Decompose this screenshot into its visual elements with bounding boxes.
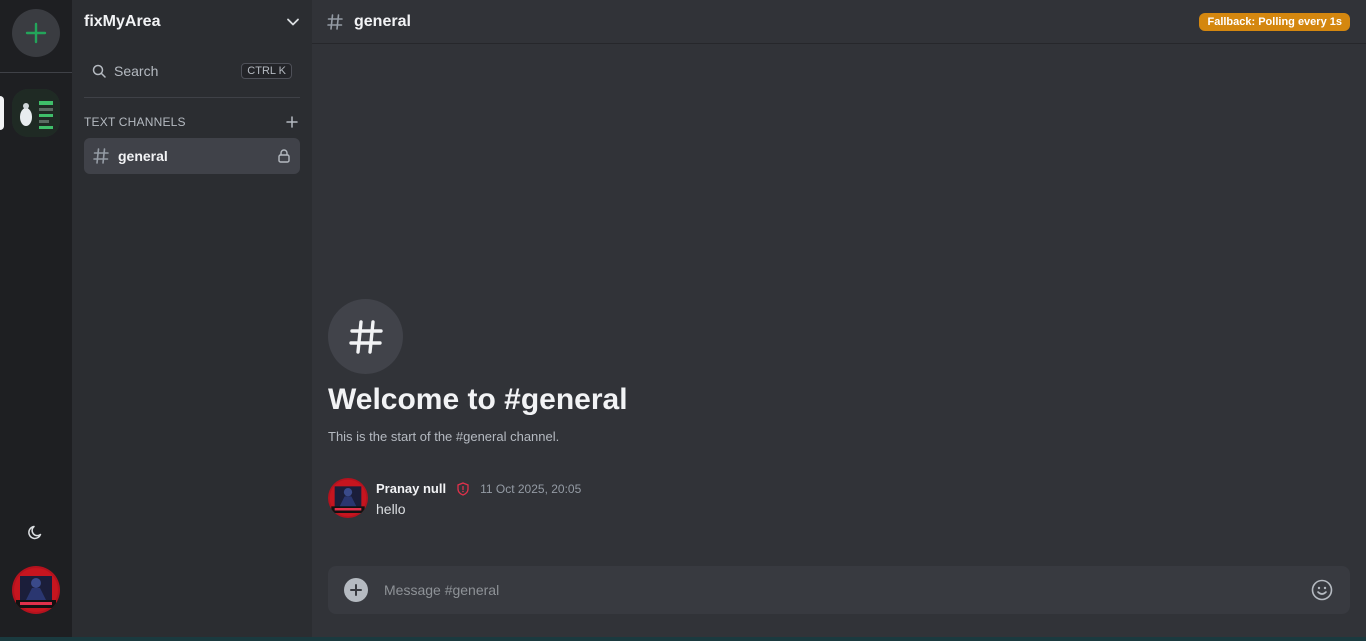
lock-icon <box>278 149 290 163</box>
app-window: fixMyArea Search CTRL K TEXT CHANNELS ge… <box>0 0 1366 641</box>
user-avatar[interactable] <box>12 566 60 614</box>
smiley-icon <box>1311 579 1333 601</box>
server-icon-fixmyarea[interactable] <box>12 89 60 137</box>
theme-toggle-button[interactable] <box>24 520 48 544</box>
hashtag-icon <box>348 319 383 354</box>
attach-button[interactable] <box>344 578 368 602</box>
channel-header: general Fallback: Polling every 1s <box>312 0 1366 44</box>
taskbar-edge <box>0 637 1366 641</box>
channel-sidebar: fixMyArea Search CTRL K TEXT CHANNELS ge… <box>72 0 312 641</box>
moon-icon <box>28 525 42 540</box>
hashtag-icon <box>327 13 343 30</box>
hashtag-icon <box>93 148 109 164</box>
message-header: Pranay null 11 Oct 2025, 20:05 <box>376 481 581 496</box>
plus-icon <box>286 116 298 128</box>
avatar-image <box>12 566 60 614</box>
sidebar-divider <box>84 97 300 98</box>
search-icon <box>92 64 106 78</box>
welcome-hashtag-avatar <box>328 299 403 374</box>
message-avatar[interactable] <box>328 478 368 518</box>
chevron-down-icon <box>287 18 299 26</box>
chat-main: general Fallback: Polling every 1s Welco… <box>312 0 1366 641</box>
channel-item-general[interactable]: general <box>84 138 300 174</box>
category-text-channels: TEXT CHANNELS <box>84 113 300 131</box>
avatar-image <box>328 478 368 518</box>
message-item: Pranay null 11 Oct 2025, 20:05 hello <box>328 478 1328 522</box>
status-badge: Fallback: Polling every 1s <box>1199 12 1350 31</box>
emoji-button[interactable] <box>1310 578 1334 602</box>
message-timestamp: 11 Oct 2025, 20:05 <box>480 481 582 496</box>
category-title: TEXT CHANNELS <box>84 115 186 129</box>
add-channel-button[interactable] <box>284 114 300 130</box>
server-header[interactable]: fixMyArea <box>72 0 312 44</box>
server-logo-icon <box>12 89 60 137</box>
channel-name: general <box>118 148 168 164</box>
message-composer <box>328 566 1350 614</box>
search-shortcut: CTRL K <box>241 63 292 79</box>
server-name: fixMyArea <box>84 13 161 30</box>
welcome-subtitle: This is the start of the #general channe… <box>328 429 560 444</box>
plus-icon <box>25 22 47 44</box>
search-button[interactable]: Search CTRL K <box>84 58 300 84</box>
message-content: hello <box>376 501 406 517</box>
plus-icon <box>350 584 362 596</box>
add-server-button[interactable] <box>12 9 60 57</box>
search-label: Search <box>114 63 159 79</box>
message-author[interactable]: Pranay null <box>376 481 446 496</box>
channel-title: general <box>354 12 411 30</box>
rail-divider <box>0 72 72 73</box>
server-rail <box>0 0 72 641</box>
selected-server-indicator <box>0 96 4 130</box>
moderator-shield-icon <box>456 481 470 496</box>
message-input[interactable] <box>384 582 1310 598</box>
welcome-title: Welcome to #general <box>328 383 628 416</box>
